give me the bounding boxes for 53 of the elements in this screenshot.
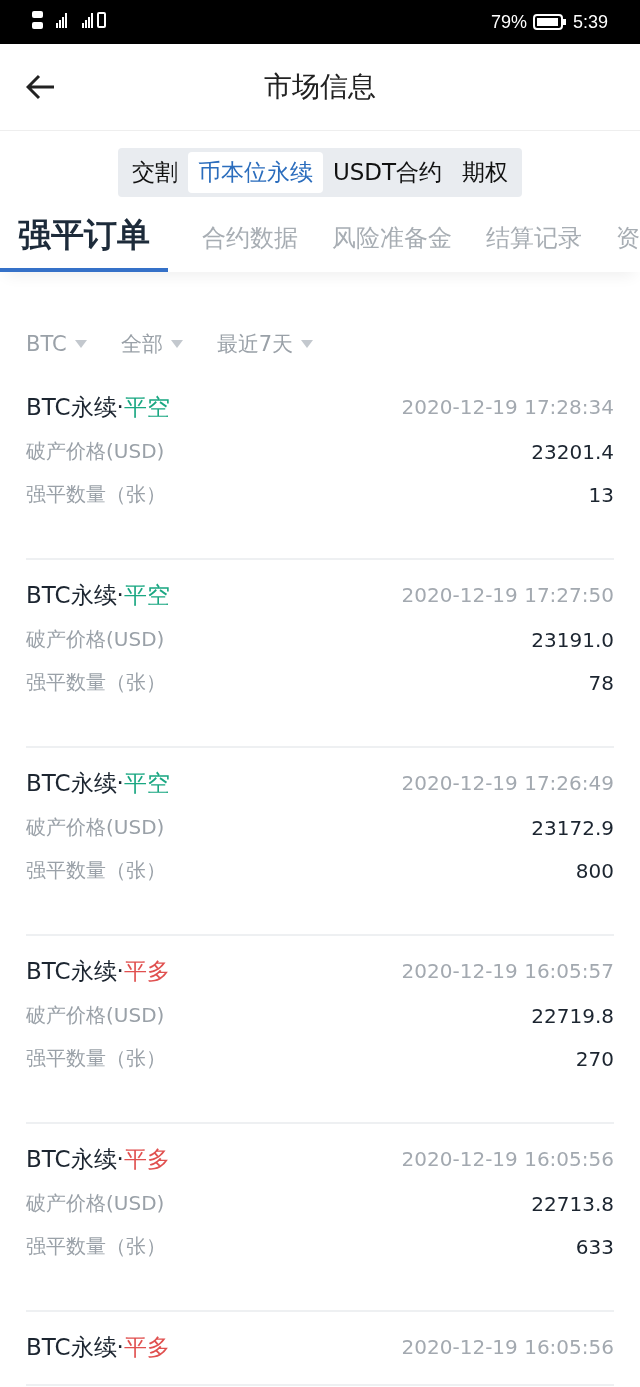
order-title: BTC永续·平多 — [26, 1144, 170, 1174]
segment-tab[interactable]: 期权 — [452, 152, 519, 193]
field-label: 强平数量（张） — [26, 1233, 166, 1260]
tab[interactable]: 资 — [616, 222, 640, 272]
field-label: 破产价格(USD) — [26, 1002, 165, 1029]
order-title: BTC永续·平空 — [26, 768, 170, 798]
field-label: 强平数量（张） — [26, 481, 166, 508]
order-time: 2020-12-19 17:28:34 — [401, 395, 614, 419]
caret-icon — [74, 340, 87, 348]
field-label: 强平数量（张） — [26, 1045, 166, 1072]
filter-dropdown[interactable]: BTC — [26, 330, 87, 358]
field-value: 800 — [575, 858, 614, 883]
caret-icon — [301, 340, 314, 348]
field-label: 破产价格(USD) — [26, 626, 165, 653]
field-label: 强平数量（张） — [26, 669, 166, 696]
field-value: 22713.8 — [531, 1191, 614, 1216]
page-title: 市场信息 — [264, 69, 376, 105]
field-value: 13 — [588, 482, 614, 507]
order-time: 2020-12-19 16:05:56 — [401, 1335, 614, 1359]
field-value: 22719.8 — [531, 1003, 614, 1028]
field-value: 633 — [575, 1234, 614, 1259]
field-label: 破产价格(USD) — [26, 1190, 165, 1217]
order-title: BTC永续·平多 — [26, 956, 170, 986]
order-time: 2020-12-19 17:27:50 — [401, 583, 614, 607]
order-title: BTC永续·平空 — [26, 392, 170, 422]
battery-percent: 79% — [490, 11, 527, 33]
order-title: BTC永续·平空 — [26, 580, 170, 610]
tab[interactable]: 合约数据 — [202, 222, 298, 272]
filter-dropdown[interactable]: 最近7天 — [216, 330, 314, 358]
order-time: 2020-12-19 16:05:56 — [401, 1147, 614, 1171]
order-time: 2020-12-19 16:05:57 — [401, 959, 614, 983]
tab[interactable]: 强平订单 — [0, 213, 168, 272]
field-label: 破产价格(USD) — [26, 438, 165, 465]
field-value: 78 — [588, 670, 614, 695]
caret-icon — [170, 340, 183, 348]
segment-tab[interactable]: 币本位永续 — [187, 152, 323, 193]
signal-icon — [32, 9, 108, 31]
field-label: 破产价格(USD) — [26, 814, 165, 841]
order-title: BTC永续·平多 — [26, 1332, 170, 1362]
field-value: 23172.9 — [531, 815, 614, 840]
clock: 5:39 — [572, 11, 608, 33]
tab[interactable]: 结算记录 — [486, 222, 582, 272]
segment-tab[interactable]: USDT合约 — [322, 152, 453, 193]
battery-icon — [532, 14, 567, 30]
filter-dropdown[interactable]: 全部 — [120, 330, 183, 358]
field-label: 强平数量（张） — [26, 857, 166, 884]
field-value: 23201.4 — [531, 439, 614, 464]
back-arrow-icon[interactable] — [26, 74, 56, 100]
field-value: 23191.0 — [531, 627, 614, 652]
tab[interactable]: 风险准备金 — [332, 222, 452, 272]
field-value: 270 — [575, 1046, 614, 1071]
segment-tab[interactable]: 交割 — [121, 152, 188, 193]
order-time: 2020-12-19 17:26:49 — [401, 771, 614, 795]
